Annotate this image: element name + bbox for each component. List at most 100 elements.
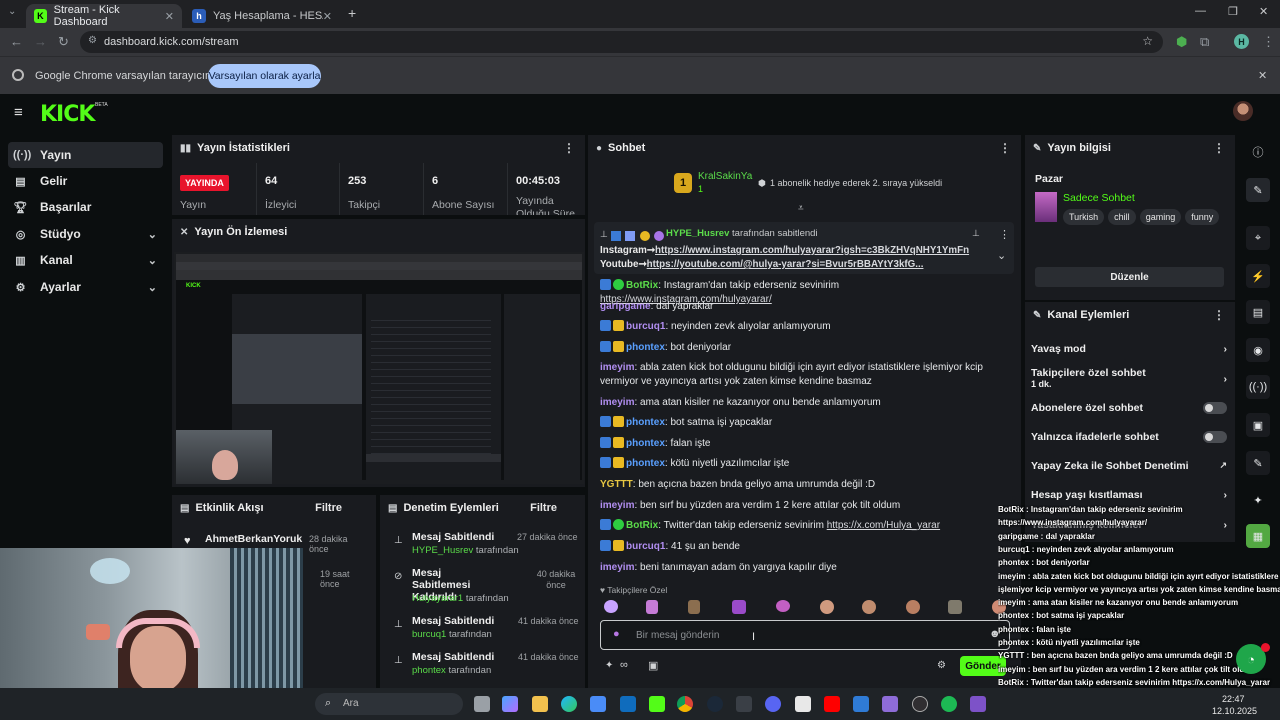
app2-icon[interactable]	[853, 696, 869, 712]
chat-username[interactable]: imeyim	[600, 562, 634, 573]
filter-button[interactable]: Filtre	[315, 502, 342, 514]
sidebar-item-kanal[interactable]: ▥ Kanal ⌄	[8, 247, 163, 273]
emote-blob-icon[interactable]	[776, 600, 790, 612]
extension-shield-icon[interactable]: ⬢	[1176, 34, 1187, 50]
store-icon[interactable]	[590, 696, 606, 712]
mod-user[interactable]: phontex	[412, 665, 446, 676]
tag[interactable]: chill	[1108, 209, 1136, 225]
tab-list-icon[interactable]: ⌄	[8, 6, 16, 17]
action-followers-only[interactable]: Takipçilere özel sohbet 1 dk. ›	[1031, 367, 1227, 393]
reload-icon[interactable]: ↻	[58, 34, 69, 50]
settings-icon[interactable]: ⚙	[937, 660, 946, 671]
unpin-icon[interactable]: ⊥	[972, 228, 980, 239]
emotes-only-toggle[interactable]	[1203, 431, 1227, 443]
chat-username[interactable]: phontex	[626, 458, 665, 469]
bookmark-star-icon[interactable]: ☆	[1142, 34, 1153, 48]
tag[interactable]: Turkish	[1063, 209, 1105, 225]
edit-button[interactable]: Düzenle	[1035, 267, 1224, 287]
action-subscribers-only[interactable]: Abonelere özel sohbet	[1031, 402, 1227, 416]
steam-icon[interactable]	[707, 696, 723, 712]
file-explorer-icon[interactable]	[532, 696, 548, 712]
copilot-icon[interactable]	[502, 696, 518, 712]
emote-rock-icon[interactable]	[688, 600, 700, 614]
mod-user[interactable]: HYPE_Husrev	[412, 545, 473, 556]
gift-user[interactable]: KralSakinYa	[698, 171, 752, 182]
outlook-icon[interactable]	[620, 696, 636, 712]
obs-icon[interactable]	[912, 696, 928, 712]
link-icon[interactable]: ∞	[620, 659, 628, 671]
chrome-icon[interactable]	[677, 696, 693, 712]
more-options-icon[interactable]: ⋮	[999, 228, 1010, 241]
profile-avatar[interactable]: H	[1234, 34, 1249, 49]
chat-username[interactable]: imeyim	[600, 397, 634, 408]
chevron-down-icon[interactable]: ⌄	[997, 249, 1006, 262]
collapse-handle-icon[interactable]: ⩡	[798, 203, 804, 214]
lightning-icon[interactable]: ⚡	[1246, 264, 1270, 288]
emote-fairy-icon[interactable]	[646, 600, 658, 614]
close-infobar-icon[interactable]: ✕	[1258, 69, 1267, 82]
discord-icon[interactable]	[765, 696, 781, 712]
chat-username[interactable]: BotRix	[626, 520, 658, 531]
app3-icon[interactable]	[882, 696, 898, 712]
back-icon[interactable]: ←	[10, 34, 23, 49]
chat-username[interactable]: phontex	[626, 342, 665, 353]
close-tab-icon[interactable]: ✕	[323, 10, 332, 23]
restore-window-icon[interactable]: ❐	[1228, 5, 1238, 18]
extensions-icon[interactable]: ⧉	[1200, 34, 1209, 50]
chat-username[interactable]: garipgame	[600, 301, 651, 312]
subscribers-only-toggle[interactable]	[1203, 402, 1227, 414]
pinned-by-user[interactable]: HYPE_Husrev	[666, 228, 729, 239]
tab-kick-dashboard[interactable]: K Stream - Kick Dashboard ✕	[26, 4, 182, 28]
user-avatar[interactable]	[1233, 101, 1253, 121]
database-icon[interactable]: ▣	[1246, 413, 1270, 437]
hamburger-menu-icon[interactable]: ≡	[14, 104, 23, 121]
wrench-icon[interactable]: ✎	[1246, 451, 1270, 475]
message-icon[interactable]: ◉	[1246, 338, 1270, 362]
chat-username[interactable]: phontex	[626, 438, 665, 449]
chat-username[interactable]: burcuq1	[626, 321, 665, 332]
sidebar-item-gelir[interactable]: ▤ Gelir	[8, 168, 163, 194]
mod-user[interactable]: burcuq1	[412, 629, 446, 640]
document-icon[interactable]: ▤	[1246, 300, 1270, 324]
action-ai-moderation[interactable]: Yapay Zeka ile Sohbet Denetimi ↗	[1031, 460, 1227, 474]
epic-games-icon[interactable]	[795, 696, 811, 712]
url-input[interactable]: ⚙ dashboard.kick.com/stream ☆	[80, 31, 1163, 53]
action-account-age[interactable]: Hesap yaşı kısıtlaması ›	[1031, 489, 1227, 503]
new-tab-icon[interactable]: +	[348, 5, 356, 21]
more-options-icon[interactable]: ⋮	[999, 141, 1011, 155]
app4-icon[interactable]	[970, 696, 986, 712]
set-default-button[interactable]: Varsayılan olarak ayarla	[208, 64, 321, 88]
chat-username[interactable]: phontex	[626, 417, 665, 428]
taskview-icon[interactable]	[474, 696, 490, 712]
close-window-icon[interactable]: ✕	[1259, 5, 1268, 18]
filter-button[interactable]: Filtre	[530, 502, 557, 514]
app-icon[interactable]	[736, 696, 752, 712]
emote-face4-icon[interactable]	[948, 600, 962, 614]
chat-username[interactable]: imeyim	[600, 362, 634, 373]
browser-menu-icon[interactable]: ⋮	[1262, 34, 1275, 50]
stream-preview-video[interactable]: KICK	[174, 252, 584, 484]
emote-face2-icon[interactable]	[862, 600, 876, 614]
pinned-link[interactable]: https://www.instagram.com/hulyayarar?igs…	[655, 245, 969, 256]
sidebar-item-ayarlar[interactable]: ⚙ Ayarlar ⌄	[8, 274, 163, 300]
tag[interactable]: gaming	[1139, 209, 1182, 225]
sidebar-item-studyo[interactable]: ◎ Stüdyo ⌄	[8, 221, 163, 247]
edge-icon[interactable]	[561, 696, 577, 712]
spotify-icon[interactable]	[941, 696, 957, 712]
chat-link[interactable]: https://x.com/Hulya_yarar	[827, 520, 940, 531]
chat-username[interactable]: imeyim	[600, 500, 634, 511]
sidebar-item-basarilar[interactable]: 🏆︎ Başarılar	[8, 194, 163, 220]
broadcast-icon[interactable]: ((·))	[1246, 375, 1270, 399]
emote-cat-icon[interactable]	[732, 600, 746, 614]
action-emotes-only[interactable]: Yalnızca ifadelerle sohbet	[1031, 431, 1227, 445]
forward-icon[interactable]: →	[34, 34, 47, 49]
pinned-link[interactable]: https://youtube.com/@hulya-yarar?si=Bvur…	[647, 259, 924, 270]
more-options-icon[interactable]: ⋮	[563, 141, 575, 155]
chat-username[interactable]: YGTTT	[600, 479, 633, 490]
emote-face-icon[interactable]	[820, 600, 834, 614]
tag[interactable]: funny	[1185, 209, 1220, 225]
more-options-icon[interactable]: ⋮	[1213, 308, 1225, 322]
sidebar-item-yayin[interactable]: ((·)) Yayın	[8, 142, 163, 168]
kick-app-icon[interactable]	[649, 696, 665, 712]
kick-logo[interactable]: KICK	[40, 102, 95, 127]
